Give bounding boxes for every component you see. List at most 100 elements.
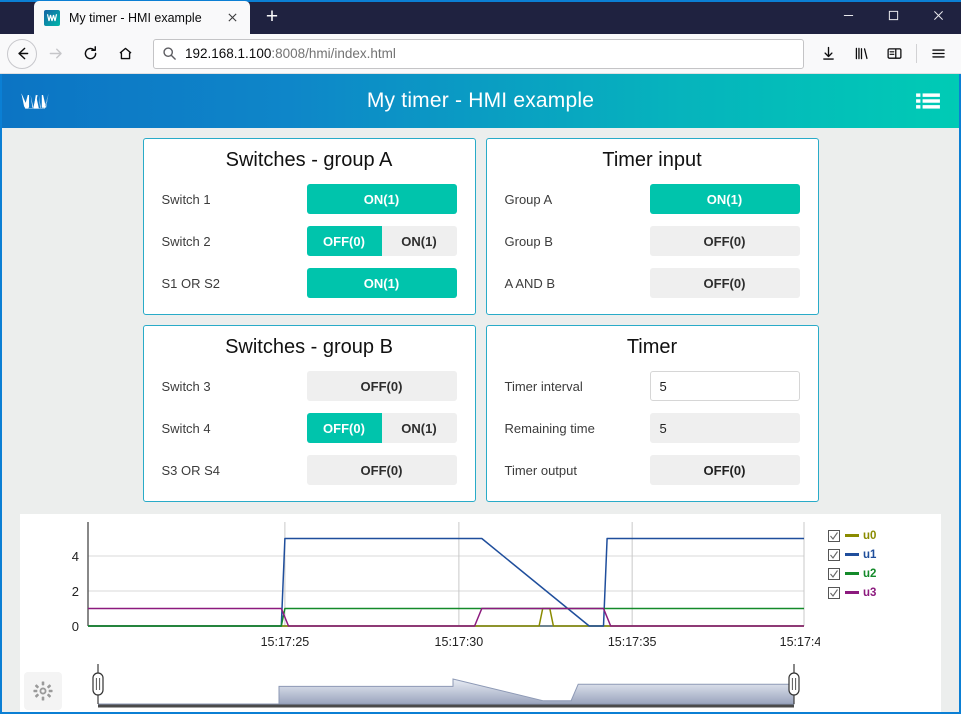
tab-title: My timer - HMI example: [69, 10, 202, 25]
card-title: Switches - group A: [225, 149, 393, 171]
home-icon[interactable]: [109, 37, 142, 70]
tab-close-icon[interactable]: [222, 8, 242, 28]
new-tab-button[interactable]: +: [256, 2, 288, 32]
toolbar-divider: [916, 44, 917, 63]
row-label: Switch 4: [161, 420, 211, 436]
switch-4-on-option[interactable]: ON(1): [381, 413, 457, 443]
chart-panel: 0 2 4 15:17:25 15:17:30 15:17:35 15:17:40 u0: [20, 514, 941, 712]
row-label: Timer interval: [504, 378, 583, 394]
switch-1-button[interactable]: ON(1): [306, 184, 457, 214]
legend-checkbox-u3[interactable]: [828, 586, 840, 599]
hamburger-menu-icon[interactable]: [923, 38, 954, 69]
control-row: Switch 1 ON(1): [162, 184, 457, 214]
control-row: A AND B OFF(0): [505, 268, 800, 298]
row-label: S1 OR S2: [161, 275, 221, 291]
legend-checkbox-u1[interactable]: [828, 548, 840, 561]
chart-svg: 0 2 4 15:17:25 15:17:30 15:17:35 15:17:40: [72, 522, 828, 649]
url-path: :8008/hmi/index.html: [271, 46, 396, 61]
row-label: Switch 2: [161, 233, 211, 249]
legend-item-u3[interactable]: u3: [828, 583, 876, 602]
search-icon: [162, 46, 177, 61]
control-row: Switch 3 OFF(0): [162, 371, 457, 401]
remaining-time-value: 5: [649, 413, 800, 443]
control-row: Group A ON(1): [505, 184, 800, 214]
legend-swatch-u0: [845, 534, 859, 537]
library-icon[interactable]: [846, 38, 877, 69]
url-text: 192.168.1.100:8008/hmi/index.html: [185, 46, 396, 61]
url-host: 192.168.1.100: [185, 46, 272, 61]
card-title: Timer input: [602, 149, 702, 171]
row-control: OFF(0): [649, 268, 800, 298]
row-label: Switch 1: [161, 191, 211, 207]
control-row: Timer output OFF(0): [505, 455, 800, 485]
app-header: My timer - HMI example: [2, 74, 959, 128]
group-a-status: ON(1): [649, 184, 800, 214]
card-title: Timer: [626, 336, 678, 358]
card-title: Switches - group B: [225, 336, 393, 358]
row-control: OFF(0): [649, 455, 800, 485]
legend-item-u1[interactable]: u1: [828, 545, 876, 564]
legend-label-u3: u3: [863, 586, 877, 599]
row-label: Timer output: [504, 462, 578, 478]
address-bar[interactable]: 192.168.1.100:8008/hmi/index.html: [153, 38, 804, 69]
row-control: OFF(0) ON(1): [306, 413, 457, 443]
a-and-b-status: OFF(0): [649, 268, 800, 298]
switch-4-toggle-group: OFF(0) ON(1): [306, 413, 457, 443]
legend-checkbox-u0[interactable]: [828, 529, 840, 542]
switch-2-on-option[interactable]: ON(1): [381, 226, 457, 256]
forward-arrow-icon: [39, 37, 72, 70]
legend-label-u0: u0: [863, 529, 877, 542]
switch-2-off-option[interactable]: OFF(0): [306, 226, 382, 256]
legend-swatch-u2: [845, 572, 859, 575]
s3-or-s4-status: OFF(0): [306, 455, 457, 485]
row-label: Group A: [504, 191, 553, 207]
maximize-icon[interactable]: [871, 0, 916, 31]
timer-interval-input[interactable]: 5: [649, 371, 800, 401]
window-close-icon[interactable]: [916, 0, 961, 31]
browser-titlebar: My timer - HMI example +: [0, 0, 961, 34]
svg-text:4: 4: [72, 549, 79, 564]
list-menu-icon[interactable]: [913, 88, 943, 114]
reload-icon[interactable]: [74, 37, 107, 70]
card-switches-group-b: Switches - group B Switch 3 OFF(0) Switc…: [142, 325, 476, 502]
row-control: ON(1): [306, 184, 457, 214]
switch-3-button[interactable]: OFF(0): [306, 371, 457, 401]
control-row: Timer interval 5: [505, 371, 800, 401]
chart-legend: u0 u1 u2 u3: [828, 526, 876, 602]
minimize-icon[interactable]: [826, 0, 871, 31]
row-control: OFF(0): [306, 455, 457, 485]
row-control: OFF(0) ON(1): [306, 226, 457, 256]
timer-output-status: OFF(0): [649, 455, 800, 485]
card-grid: Switches - group A Switch 1 ON(1) Switch…: [2, 138, 959, 502]
browser-window: My timer - HMI example + 192.168.1.100:8…: [0, 0, 961, 714]
control-row: Remaining time 5: [505, 413, 800, 443]
row-label: Group B: [504, 233, 553, 249]
legend-item-u0[interactable]: u0: [828, 526, 876, 545]
legend-label-u2: u2: [863, 567, 877, 580]
page-content: Switches - group A Switch 1 ON(1) Switch…: [2, 128, 959, 712]
control-row: Switch 2 OFF(0) ON(1): [162, 226, 457, 256]
svg-text:15:17:40: 15:17:40: [780, 635, 820, 649]
sidebar-icon[interactable]: [879, 38, 910, 69]
switch-4-off-option[interactable]: OFF(0): [306, 413, 382, 443]
browser-tab[interactable]: My timer - HMI example: [34, 1, 250, 34]
crown-w-logo-icon[interactable]: [18, 86, 60, 116]
chart-settings-gear-icon[interactable]: [24, 672, 62, 710]
chart-range-selector[interactable]: [88, 664, 804, 712]
legend-swatch-u1: [845, 553, 859, 556]
row-label: Switch 3: [161, 378, 211, 394]
window-controls: [826, 0, 961, 34]
legend-item-u2[interactable]: u2: [828, 564, 876, 583]
tab-strip: My timer - HMI example +: [0, 0, 826, 34]
page-title: My timer - HMI example: [366, 89, 595, 112]
card-timer-input: Timer input Group A ON(1) Group B OFF(0): [485, 138, 819, 315]
row-control: OFF(0): [306, 371, 457, 401]
legend-checkbox-u2[interactable]: [828, 567, 840, 580]
row-control: ON(1): [306, 268, 457, 298]
svg-text:15:17:25: 15:17:25: [261, 635, 310, 649]
row-label: S3 OR S4: [161, 462, 221, 478]
download-icon[interactable]: [813, 38, 844, 69]
legend-label-u1: u1: [863, 548, 877, 561]
back-arrow-icon[interactable]: [7, 38, 37, 69]
timeseries-chart[interactable]: 0 2 4 15:17:25 15:17:30 15:17:35 15:17:40: [20, 514, 828, 659]
